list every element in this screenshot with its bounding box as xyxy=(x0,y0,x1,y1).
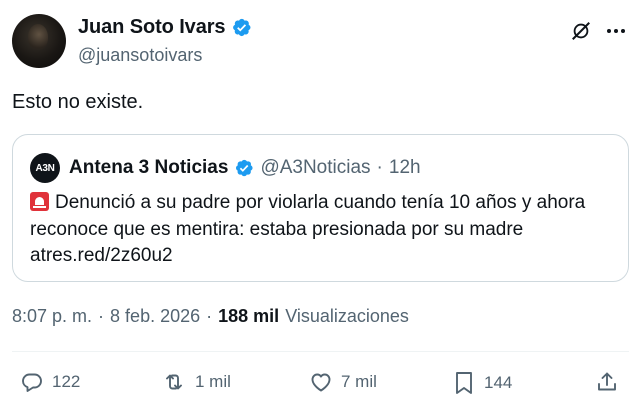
quoted-tweet[interactable]: A3N Antena 3 Noticias @A3Noticias · 12h … xyxy=(12,134,629,282)
tweet-time[interactable]: 8:07 p. m. xyxy=(12,306,92,327)
quote-avatar[interactable]: A3N xyxy=(30,153,60,183)
divider xyxy=(12,351,629,352)
quote-header: A3N Antena 3 Noticias @A3Noticias · 12h xyxy=(30,153,421,183)
like-button[interactable]: 7 mil xyxy=(309,370,377,394)
avatar[interactable] xyxy=(12,14,66,68)
quote-handle[interactable]: @A3Noticias xyxy=(260,157,370,179)
verified-badge-icon xyxy=(231,17,252,38)
views-count[interactable]: 188 mil xyxy=(218,306,279,327)
grok-icon[interactable] xyxy=(568,18,594,44)
tweet-meta: 8:07 p. m. · 8 feb. 2026 · 188 mil Visua… xyxy=(12,306,409,327)
tweet-date[interactable]: 8 feb. 2026 xyxy=(110,306,200,327)
quote-text-block: Denunció a su padre por violarla cuando … xyxy=(30,190,620,270)
quote-verified-badge-icon xyxy=(234,158,254,178)
repost-count: 1 mil xyxy=(195,372,231,391)
bookmark-icon xyxy=(456,372,472,394)
reply-icon xyxy=(22,373,42,392)
author-display-name[interactable]: Juan Soto Ivars xyxy=(78,16,226,39)
reply-count: 122 xyxy=(52,372,81,391)
quote-time[interactable]: 12h xyxy=(389,157,421,179)
rotating-light-icon xyxy=(30,192,49,211)
reply-button[interactable]: 122 xyxy=(20,370,80,394)
tweet-text: Esto no existe. xyxy=(12,91,144,113)
bookmark-count: 144 xyxy=(484,373,513,392)
heart-icon xyxy=(311,373,331,392)
tweet: Juan Soto Ivars @juansotoivars Esto no e… xyxy=(0,0,641,413)
author-row: Juan Soto Ivars xyxy=(78,16,252,39)
quote-display-name[interactable]: Antena 3 Noticias xyxy=(69,157,228,179)
share-icon xyxy=(598,372,616,391)
author-handle[interactable]: @juansotoivars xyxy=(78,45,202,66)
more-options-icon[interactable] xyxy=(603,19,629,43)
meta-separator: · xyxy=(98,306,105,326)
meta-separator: · xyxy=(206,306,213,326)
quote-separator: · xyxy=(376,157,383,178)
repost-button[interactable]: 1 mil xyxy=(161,370,231,394)
repost-icon xyxy=(166,374,182,390)
share-button[interactable] xyxy=(595,370,619,394)
views-label[interactable]: Visualizaciones xyxy=(285,306,409,327)
bookmark-button[interactable]: 144 xyxy=(452,370,512,396)
quote-text: Denunció a su padre por violarla cuando … xyxy=(30,192,586,266)
like-count: 7 mil xyxy=(341,372,377,391)
